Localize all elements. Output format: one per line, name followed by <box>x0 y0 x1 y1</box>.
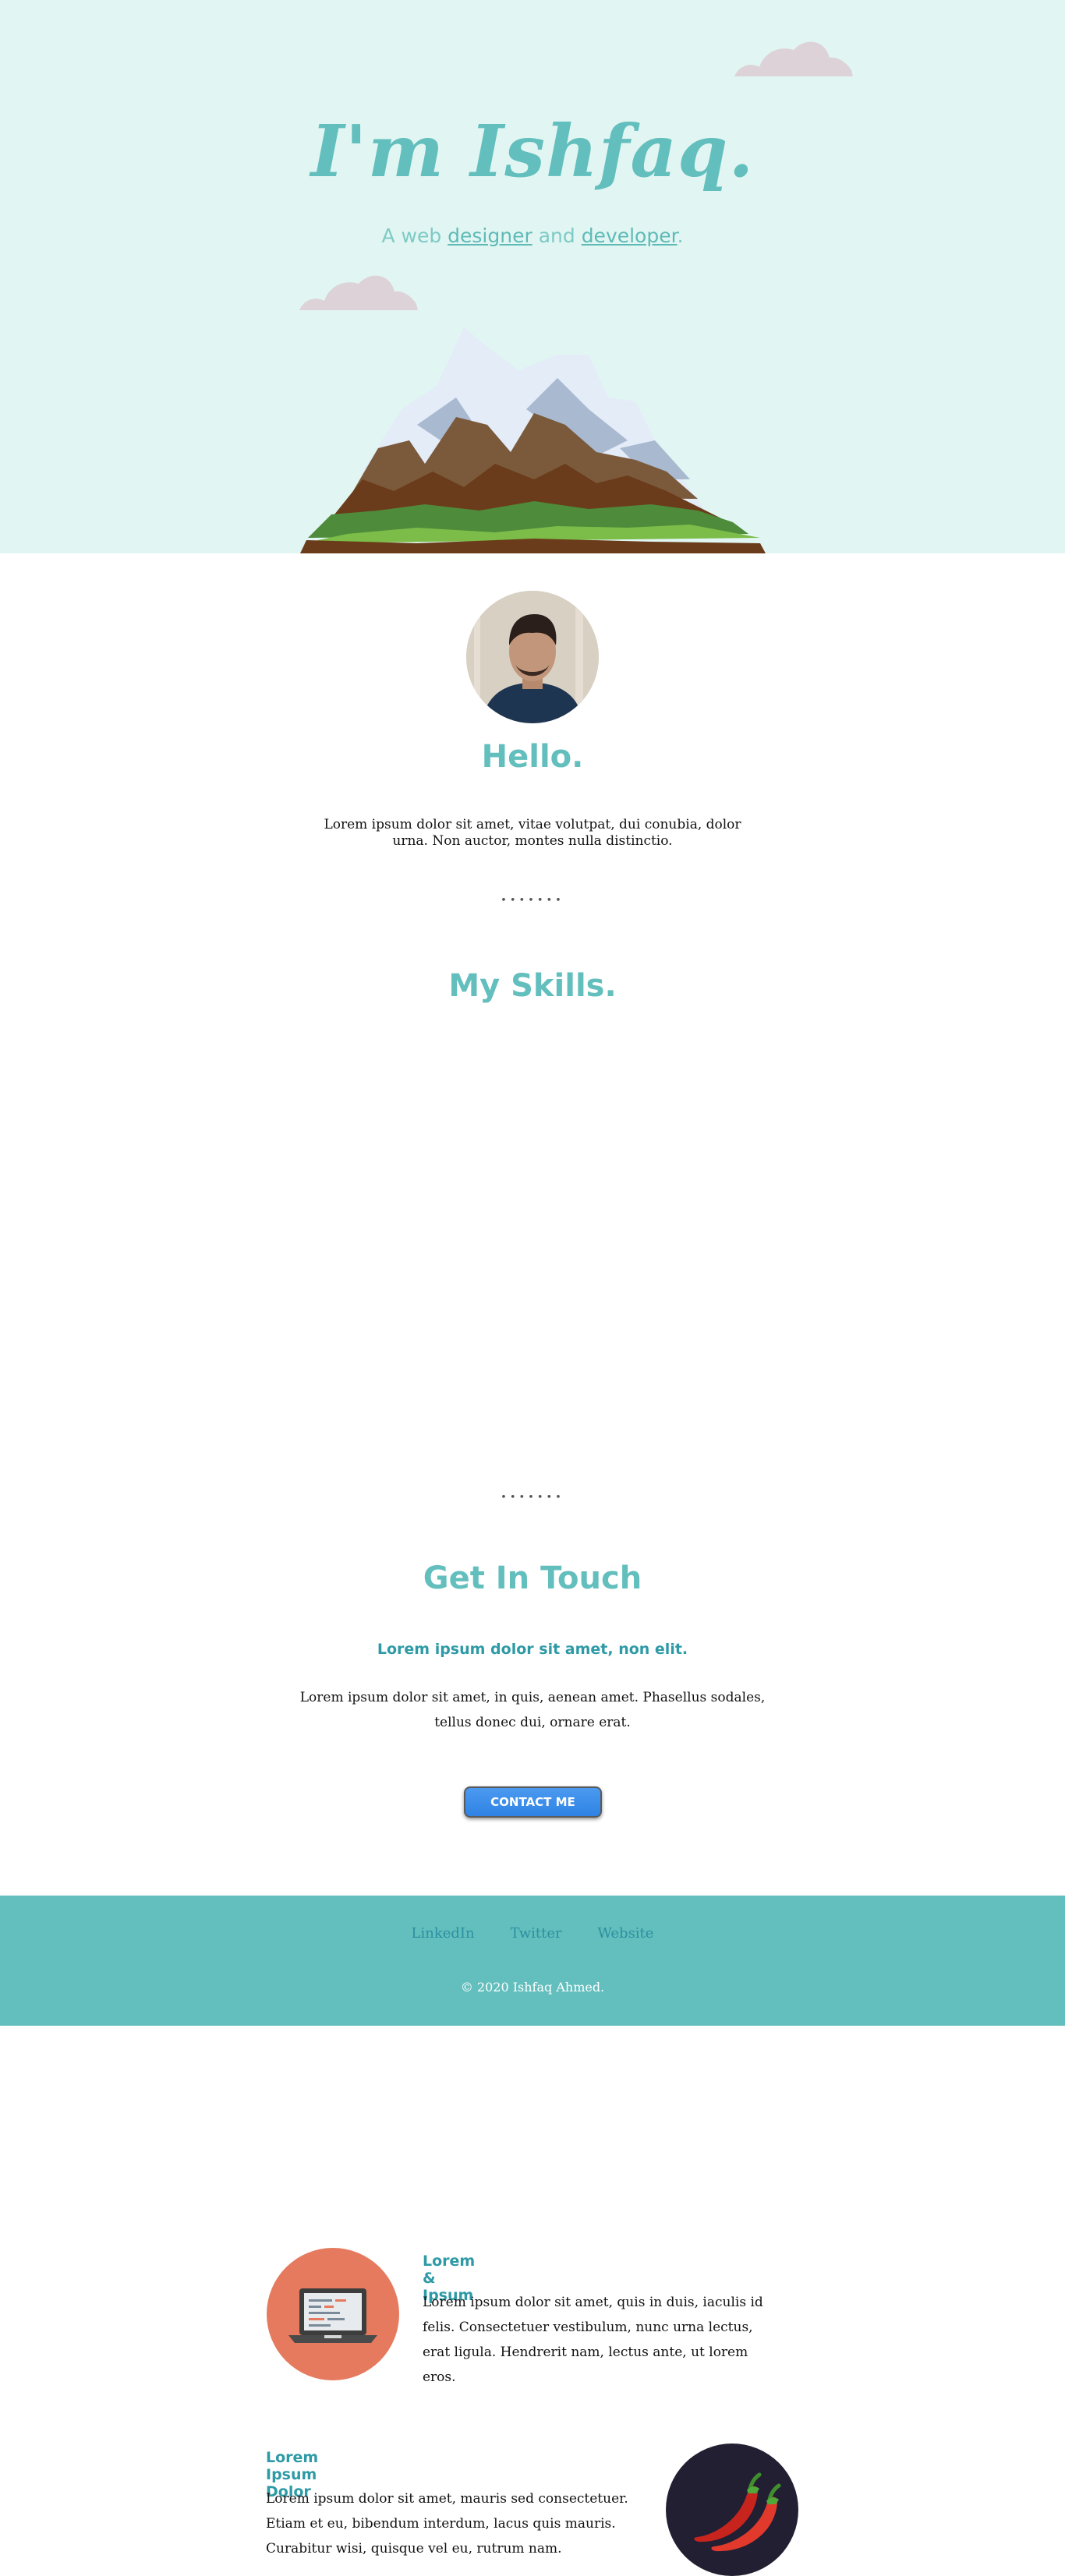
website-link[interactable]: Website <box>597 1925 653 1942</box>
linkedin-link[interactable]: LinkedIn <box>412 1925 475 1942</box>
laptop-icon <box>267 2248 399 2380</box>
about-section: Hello. Lorem ipsum dolor sit amet, vitae… <box>0 553 1065 1146</box>
contact-subheading: Lorem ipsum dolor sit amet, non elit. <box>377 1641 688 1658</box>
hero-title: I'm Ishfaq. <box>310 109 755 193</box>
copyright: © 2020 Ishfaq Ahmed. <box>460 1980 605 1995</box>
contact-heading: Get In Touch <box>423 1560 642 1596</box>
mountain-illustration <box>300 327 766 553</box>
contact-text: Lorem ipsum dolor sit amet, in quis, aen… <box>299 1690 766 1730</box>
about-text: Lorem ipsum dolor sit amet, vitae volutp… <box>324 817 741 849</box>
footer-links: LinkedIn Twitter Website <box>0 1925 1065 1942</box>
footer: LinkedIn Twitter Website © 2020 Ishfaq A… <box>0 1896 1065 2026</box>
cloud-icon <box>299 275 418 310</box>
skill-description: Lorem ipsum dolor sit amet, quis in duis… <box>423 2295 763 2385</box>
avatar <box>466 591 599 723</box>
chili-peppers-icon <box>666 2443 798 2576</box>
skill-description: Lorem ipsum dolor sit amet, mauris sed c… <box>266 2491 628 2557</box>
twitter-link[interactable]: Twitter <box>510 1925 561 1942</box>
section-divider: ••••••• <box>501 895 564 906</box>
hero-section: I'm Ishfaq. A web designer and developer… <box>0 0 1065 553</box>
section-divider: ••••••• <box>501 1492 564 1504</box>
cloud-icon <box>734 41 853 76</box>
hero-subtitle: A web designer and developer. <box>381 224 684 247</box>
profile-photo <box>466 591 599 723</box>
designer-link[interactable]: designer <box>448 224 532 247</box>
skills-heading: My Skills. <box>448 968 617 1004</box>
developer-link[interactable]: developer <box>582 224 678 247</box>
hello-heading: Hello. <box>481 739 584 775</box>
contact-me-button[interactable]: CONTACT ME <box>464 1786 602 1818</box>
